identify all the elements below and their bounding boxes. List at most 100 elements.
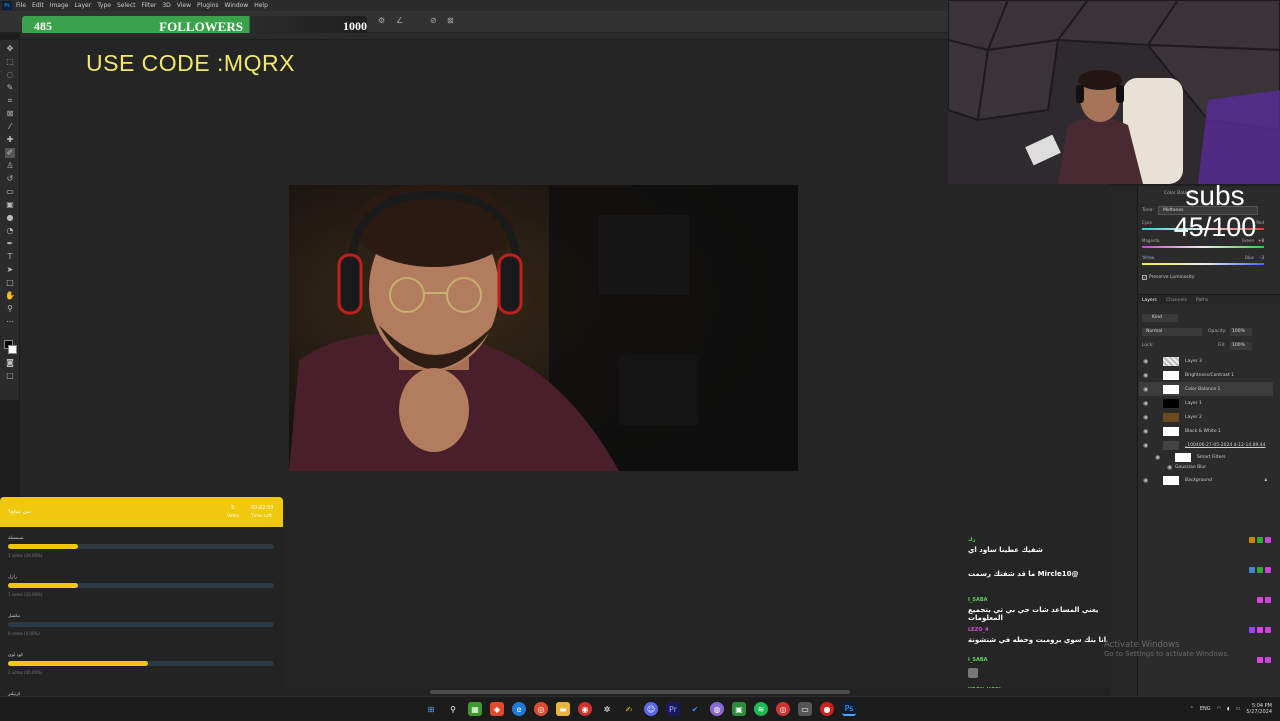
layer-filter-kind[interactable]: Kind [1142, 314, 1178, 322]
search-icon[interactable]: ⚲ [446, 702, 460, 716]
eye-icon[interactable]: ◉ [1143, 358, 1151, 365]
crop-tool-icon[interactable]: ⌗ [5, 96, 15, 106]
history-brush-icon[interactable]: ↺ [5, 174, 15, 184]
tray-arrow-icon[interactable]: ⌃ [1190, 706, 1194, 712]
poll-option-votes: 2 votes (40.00%) [8, 670, 43, 675]
preserve-luminosity-checkbox[interactable]: ✓ [1142, 275, 1147, 280]
menu-3d[interactable]: 3D [162, 2, 170, 9]
rectangle-tool-icon[interactable]: □ [5, 278, 15, 288]
screen-app-icon[interactable]: ▭ [798, 702, 812, 716]
background-color-swatch[interactable] [8, 345, 17, 354]
magenta-green-slider[interactable] [1142, 246, 1264, 248]
symmetry-icon[interactable]: ⊠ [447, 16, 454, 25]
tab-channels[interactable]: Channels [1166, 298, 1187, 303]
menu-view[interactable]: View [177, 2, 191, 9]
hand-tool-icon[interactable]: ✋ [5, 291, 15, 301]
chrome-icon[interactable]: ◎ [534, 702, 548, 716]
pen-app-icon[interactable]: ✍ [622, 702, 636, 716]
eye-icon[interactable]: ◉ [1143, 386, 1151, 393]
type-tool-icon[interactable]: T [5, 252, 15, 262]
layer-row[interactable]: ◉ Background 🔒︎ [1139, 473, 1273, 487]
eraser-icon[interactable]: ▭ [5, 187, 15, 197]
menu-layer[interactable]: Layer [74, 2, 91, 9]
photoshop-taskbar-icon[interactable]: Ps [842, 702, 856, 716]
layer-row[interactable]: ◉ Gaussian Blur [1139, 460, 1273, 474]
wifi-icon[interactable]: ◠ [1217, 706, 1221, 712]
battery-icon[interactable]: ▭ [1236, 706, 1241, 712]
document-tab-strip[interactable] [20, 33, 948, 39]
eye-icon[interactable]: ◉ [1143, 372, 1151, 379]
move-tool-icon[interactable]: ✥ [5, 44, 15, 54]
discord-icon[interactable]: ☺ [644, 702, 658, 716]
yellow-blue-slider[interactable] [1142, 263, 1264, 265]
pressure-icon[interactable]: ⊘ [430, 16, 437, 25]
pen-tool-icon[interactable]: ✒ [5, 239, 15, 249]
chrome-alt-icon[interactable]: ◎ [776, 702, 790, 716]
volume-icon[interactable]: ◖ [1227, 706, 1230, 712]
canvas-image[interactable] [289, 185, 798, 471]
layer-row[interactable]: ◉ Black & White 1 [1139, 424, 1273, 438]
frame-tool-icon[interactable]: ⊠ [5, 109, 15, 119]
lasso-tool-icon[interactable]: ◌ [5, 70, 15, 80]
zoom-tool-icon[interactable]: ⚲ [5, 304, 15, 314]
screen-mode-icon[interactable]: ▢ [5, 371, 15, 381]
menu-filter[interactable]: Filter [142, 2, 157, 9]
scrollbar-thumb[interactable] [430, 690, 850, 694]
fill-input[interactable]: 100% [1230, 342, 1252, 350]
quick-mask-icon[interactable]: ◙ [5, 358, 15, 368]
spotify-icon[interactable]: ≋ [754, 702, 768, 716]
menu-plugins[interactable]: Plugins [197, 2, 219, 9]
tab-paths[interactable]: Paths [1196, 298, 1208, 303]
blend-mode-select[interactable]: Normal [1142, 328, 1202, 336]
horizontal-scrollbar[interactable] [20, 688, 1110, 696]
obs-icon[interactable]: ◍ [710, 702, 724, 716]
menu-file[interactable]: File [16, 2, 26, 9]
more-tools-icon[interactable]: ⋯ [5, 317, 15, 327]
edge-icon[interactable]: e [512, 702, 526, 716]
opacity-input[interactable]: 100% [1230, 328, 1252, 336]
eye-icon[interactable]: ◉ [1143, 414, 1151, 421]
dodge-tool-icon[interactable]: ◔ [5, 226, 15, 236]
checkmark-app-icon[interactable]: ✔ [688, 702, 702, 716]
eye-icon[interactable]: ◉ [1143, 400, 1151, 407]
tab-layers[interactable]: Layers [1142, 298, 1157, 303]
minecraft-icon[interactable]: ▦ [468, 702, 482, 716]
menu-edit[interactable]: Edit [32, 2, 44, 9]
path-select-icon[interactable]: ➤ [5, 265, 15, 275]
chat-app-icon[interactable]: ▣ [732, 702, 746, 716]
menu-image[interactable]: Image [50, 2, 69, 9]
marquee-tool-icon[interactable]: ⬚ [5, 57, 15, 67]
menu-help[interactable]: Help [254, 2, 268, 9]
settings-icon[interactable]: ✲ [600, 702, 614, 716]
tray-language[interactable]: ENG [1200, 706, 1211, 712]
layer-row[interactable]: ◉ Brightness/Contrast 1 [1139, 368, 1273, 382]
eye-icon[interactable]: ◉ [1143, 428, 1151, 435]
layer-row[interactable]: ◉ Layer 2 [1139, 410, 1273, 424]
menu-select[interactable]: Select [117, 2, 136, 9]
layer-row[interactable]: ◉ Layer 1 [1139, 396, 1273, 410]
windows-start-icon[interactable]: ⊞ [424, 702, 438, 716]
poll-option-track [8, 583, 274, 588]
eye-icon[interactable]: ◉ [1143, 477, 1151, 484]
menu-window[interactable]: Window [225, 2, 249, 9]
layer-row[interactable]: ◉ Layer 3 [1139, 354, 1273, 368]
layer-row-selected[interactable]: ◉ Color Balance 1 [1139, 382, 1273, 396]
menu-type[interactable]: Type [97, 2, 111, 9]
brave-icon[interactable]: ◆ [490, 702, 504, 716]
eye-icon[interactable]: ◉ [1167, 464, 1175, 471]
file-explorer-icon[interactable]: ▬ [556, 702, 570, 716]
angle-icon[interactable]: ∠ [396, 16, 403, 25]
app-red-icon[interactable]: ◉ [578, 702, 592, 716]
quick-select-icon[interactable]: ✎ [5, 83, 15, 93]
eyedropper-icon[interactable]: ⁄ [5, 122, 15, 132]
premiere-icon[interactable]: Pr [666, 702, 680, 716]
tray-clock[interactable]: 5:04 PM 5/27/2024 [1246, 703, 1272, 715]
brush-tool-icon[interactable]: ✐ [5, 148, 15, 158]
gear-icon[interactable]: ⚙ [378, 16, 385, 25]
blur-tool-icon[interactable]: ● [5, 213, 15, 223]
recorder-icon[interactable]: ● [820, 702, 834, 716]
clone-stamp-icon[interactable]: ♙ [5, 161, 15, 171]
gradient-icon[interactable]: ▣ [5, 200, 15, 210]
eye-icon[interactable]: ◉ [1143, 442, 1151, 449]
healing-brush-icon[interactable]: ✚ [5, 135, 15, 145]
